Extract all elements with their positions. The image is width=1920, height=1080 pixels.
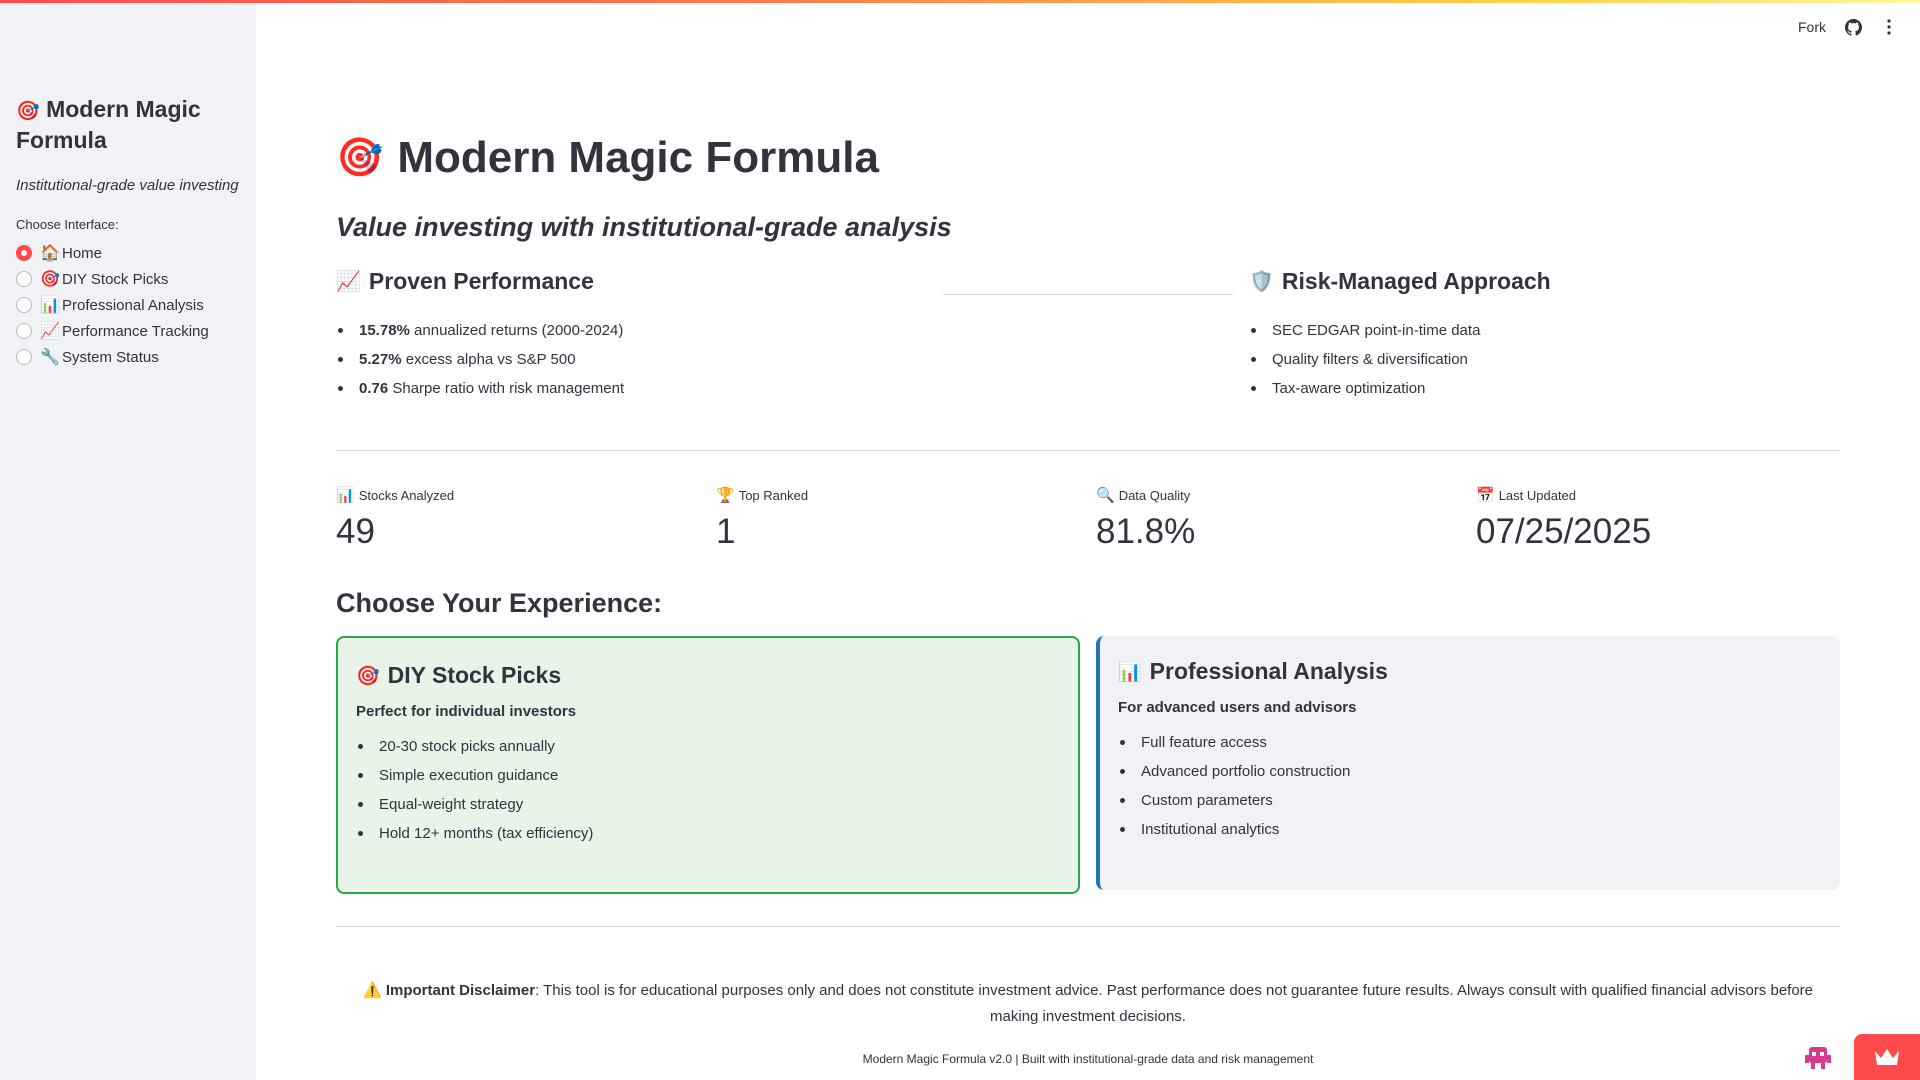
metric-label: Last Updated [1498,487,1577,503]
shield-icon: 🛡️ [1249,271,1274,293]
list-item: Simple execution guidance [356,761,1060,790]
footer-text: Modern Magic Formula v2.0 | Built with i… [862,1052,1314,1066]
interface-radio-group: 🏠 Home 🎯 DIY Stock Picks 📊 Professional … [16,240,240,370]
professional-analysis-card: 📊 Professional Analysis For advanced use… [1096,636,1840,890]
radio-button[interactable] [16,323,32,339]
calendar-icon: 📅 [1476,487,1495,504]
trending-up-icon: 📈 [336,271,361,293]
top-decoration-stripe [0,0,1920,3]
kebab-menu-icon[interactable] [1880,18,1898,36]
metric-label: Top Ranked [738,487,809,503]
sidebar-title: 🎯 Modern Magic Formula [16,96,201,153]
radio-label: System Status [62,348,159,366]
list-item: Hold 12+ months (tax efficiency) [356,819,1060,848]
metric-data-quality: 🔍 Data Quality 81.8% [1096,486,1195,552]
fork-link[interactable]: Fork [1798,19,1826,35]
metric-top-ranked: 🏆 Top Ranked 1 [716,486,808,552]
magnifier-icon: 🔍 [1096,487,1115,504]
top-toolbar: Fork [1798,18,1898,36]
card-feature-list: Full feature access Advanced portfolio c… [1118,728,1822,844]
choose-interface-label: Choose Interface: [16,217,119,232]
list-item: 15.78% annualized returns (2000-2024) [336,316,624,345]
risk-list: SEC EDGAR point-in-time data Quality fil… [1249,316,1480,403]
sidebar-subtitle: Institutional-grade value investing [16,177,239,194]
metric-value: 1 [716,512,736,551]
disclaimer-text: : This tool is for educational purposes … [535,982,1814,1025]
github-icon[interactable] [1844,18,1862,36]
radio-professional-analysis[interactable]: 📊 Professional Analysis [16,292,240,318]
disclaimer-label: Important Disclaimer [385,982,536,999]
list-item: Institutional analytics [1118,815,1822,844]
radio-label: Home [62,244,103,262]
column-divider [943,294,1233,295]
metric-label: Stocks Analyzed [358,487,455,503]
metric-last-updated: 📅 Last Updated 07/25/2025 [1476,486,1651,552]
radio-performance-tracking[interactable]: 📈 Performance Tracking [16,318,240,344]
list-item: Custom parameters [1118,786,1822,815]
metric-value: 81.8% [1096,512,1196,551]
radio-button-selected[interactable] [16,245,32,261]
radio-label: Performance Tracking [62,322,209,340]
radio-system-status[interactable]: 🔧 System Status [16,344,240,370]
metric-label: Data Quality [1118,487,1191,503]
radio-diy-stock-picks[interactable]: 🎯 DIY Stock Picks [16,266,240,292]
radio-button[interactable] [16,297,32,313]
wrench-icon: 🔧 [40,349,60,366]
streamlit-crown-icon[interactable] [1854,1034,1920,1080]
card-subtitle: Perfect for individual investors [356,703,577,720]
list-item: SEC EDGAR point-in-time data [1249,316,1480,345]
bar-chart-icon: 📊 [40,297,60,314]
house-icon: 🏠 [40,245,60,262]
performance-list: 15.78% annualized returns (2000-2024) 5.… [336,316,624,403]
list-item: Equal-weight strategy [356,790,1060,819]
list-item: 0.76 Sharpe ratio with risk management [336,374,624,403]
card-feature-list: 20-30 stock picks annually Simple execut… [356,732,1060,848]
metric-value: 07/25/2025 [1476,512,1652,551]
divider [336,450,1840,451]
sidebar: 🎯 Modern Magic Formula Institutional-gra… [0,0,256,1080]
card-title: 📊 Professional Analysis [1118,658,1388,684]
card-subtitle: For advanced users and advisors [1118,699,1357,716]
list-item: 20-30 stock picks annually [356,732,1060,761]
app-avatar-icon[interactable] [1800,1040,1836,1076]
target-icon: 🎯 [40,271,60,288]
target-icon: 🎯 [336,137,384,179]
choose-experience-title: Choose Your Experience: [336,588,663,618]
page-title: 🎯 Modern Magic Formula [336,128,879,188]
proven-performance-heading: 📈 Proven Performance [336,268,594,294]
diy-stock-picks-card: 🎯 DIY Stock Picks Perfect for individual… [336,636,1080,894]
list-item: Advanced portfolio construction [1118,757,1822,786]
target-icon: 🎯 [356,665,380,687]
disclaimer: ⚠️ Important Disclaimer: This tool is fo… [336,978,1840,1030]
radio-home[interactable]: 🏠 Home [16,240,240,266]
warning-icon: ⚠️ [362,982,382,999]
trophy-icon: 🏆 [716,487,735,504]
bar-chart-icon: 📊 [1118,661,1142,683]
list-item: Tax-aware optimization [1249,374,1480,403]
radio-label: DIY Stock Picks [62,270,169,288]
risk-managed-heading: 🛡️ Risk-Managed Approach [1249,268,1551,294]
divider [336,926,1840,927]
target-icon: 🎯 [16,101,40,122]
card-title: 🎯 DIY Stock Picks [356,662,562,688]
list-item: Full feature access [1118,728,1822,757]
page-tagline: Value investing with institutional-grade… [336,212,952,242]
radio-label: Professional Analysis [62,296,204,314]
bar-chart-icon: 📊 [336,487,355,504]
list-item: 5.27% excess alpha vs S&P 500 [336,345,624,374]
metric-value: 49 [336,512,375,551]
radio-button[interactable] [16,349,32,365]
radio-button[interactable] [16,271,32,287]
list-item: Quality filters & diversification [1249,345,1480,374]
metric-stocks-analyzed: 📊 Stocks Analyzed 49 [336,486,454,552]
trending-up-icon: 📈 [40,323,60,340]
